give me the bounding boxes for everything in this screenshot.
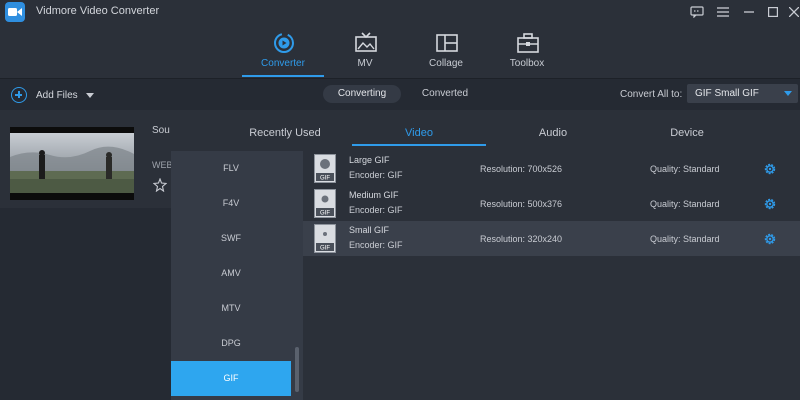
format-item-f4v[interactable]: F4V — [171, 186, 291, 221]
gif-icon-label: GIF — [320, 246, 330, 252]
tab-device[interactable]: Device — [620, 127, 754, 139]
format-tabs: Recently Used Video Audio Device — [171, 115, 800, 151]
preset-quality: Quality: Standard — [650, 234, 720, 244]
tab-active-indicator — [352, 144, 486, 146]
tab-recently-used[interactable]: Recently Used — [218, 127, 352, 139]
maximize-icon[interactable] — [764, 3, 782, 21]
nav-active-indicator — [242, 75, 324, 77]
format-item-flv[interactable]: FLV — [171, 151, 291, 186]
toolbar: Add Files Converting Converted Convert A… — [0, 78, 800, 110]
convert-all-select[interactable]: GIF Small GIF — [687, 84, 798, 103]
tab-audio[interactable]: Audio — [486, 127, 620, 139]
add-files-label: Add Files — [36, 89, 78, 101]
nav-toolbox-label: Toolbox — [509, 58, 545, 69]
format-item-gif[interactable]: GIF — [171, 361, 291, 396]
gear-icon[interactable] — [763, 162, 777, 176]
format-item-swf[interactable]: SWF — [171, 221, 291, 256]
preset-name: Medium GIF — [349, 190, 399, 200]
app-logo-icon — [5, 2, 25, 22]
format-list: FLV F4V SWF AMV MTV DPG GIF — [171, 151, 303, 400]
title-bar: Vidmore Video Converter — [0, 0, 800, 24]
preset-quality: Quality: Standard — [650, 164, 720, 174]
gif-file-icon: GIF — [314, 154, 336, 183]
tab-video[interactable]: Video — [352, 127, 486, 139]
file-source-label: Sou — [152, 125, 170, 136]
chevron-down-icon[interactable] — [85, 92, 94, 98]
format-list-scrollbar[interactable] — [295, 347, 299, 392]
file-format-label: WEB — [152, 160, 173, 170]
preset-resolution: Resolution: 320x240 — [480, 234, 563, 244]
preset-row-large-gif[interactable]: GIF Large GIF Encoder: GIF Resolution: 7… — [303, 151, 800, 186]
preset-name: Small GIF — [349, 225, 390, 235]
gif-file-icon: GIF — [314, 224, 336, 253]
nav-mv-label: MV — [357, 58, 373, 69]
nav-collage-label: Collage — [429, 58, 463, 69]
convert-all-value: GIF Small GIF — [695, 88, 759, 99]
feedback-icon[interactable] — [688, 3, 706, 21]
nav-converter[interactable]: Converter — [243, 24, 323, 78]
nav-toolbox[interactable]: Toolbox — [487, 24, 567, 78]
converter-icon — [273, 32, 295, 54]
preset-resolution: Resolution: 500x376 — [480, 199, 563, 209]
nav-mv[interactable]: MV — [325, 24, 405, 78]
video-thumbnail[interactable] — [10, 127, 134, 200]
gif-file-icon: GIF — [314, 189, 336, 218]
preset-encoder: Encoder: GIF — [349, 170, 403, 180]
top-nav: Converter MV Collage Toolbox — [0, 24, 800, 78]
tab-converted[interactable]: Converted — [406, 85, 484, 103]
preset-row-medium-gif[interactable]: GIF Medium GIF Encoder: GIF Resolution: … — [303, 186, 800, 221]
toolbox-icon — [517, 32, 539, 54]
tab-converting[interactable]: Converting — [323, 85, 401, 103]
add-icon — [11, 87, 27, 103]
preset-encoder: Encoder: GIF — [349, 240, 403, 250]
format-item-dpg[interactable]: DPG — [171, 326, 291, 361]
magic-wand-icon[interactable] — [152, 177, 168, 193]
gif-icon-label: GIF — [320, 211, 330, 217]
preset-quality: Quality: Standard — [650, 199, 720, 209]
preset-encoder: Encoder: GIF — [349, 205, 403, 215]
mv-icon — [355, 32, 377, 54]
chevron-down-icon — [784, 91, 792, 96]
format-item-amv[interactable]: AMV — [171, 256, 291, 291]
format-item-mtv[interactable]: MTV — [171, 291, 291, 326]
preset-row-small-gif[interactable]: GIF Small GIF Encoder: GIF Resolution: 3… — [303, 221, 800, 256]
preset-resolution: Resolution: 700x526 — [480, 164, 563, 174]
nav-converter-label: Converter — [261, 58, 305, 69]
add-files-button[interactable]: Add Files — [11, 86, 94, 104]
gif-icon-label: GIF — [320, 176, 330, 182]
collage-icon — [436, 32, 458, 54]
format-panel: Recently Used Video Audio Device FLV F4V… — [171, 115, 800, 400]
gear-icon[interactable] — [763, 197, 777, 211]
preset-name: Large GIF — [349, 155, 390, 165]
convert-all-label: Convert All to: — [620, 89, 683, 100]
menu-icon[interactable] — [714, 3, 732, 21]
app-title: Vidmore Video Converter — [36, 5, 160, 17]
preset-list: GIF Large GIF Encoder: GIF Resolution: 7… — [303, 151, 800, 400]
close-icon[interactable] — [788, 3, 800, 21]
minimize-icon[interactable] — [740, 3, 758, 21]
nav-collage[interactable]: Collage — [406, 24, 486, 78]
gear-icon[interactable] — [763, 232, 777, 246]
